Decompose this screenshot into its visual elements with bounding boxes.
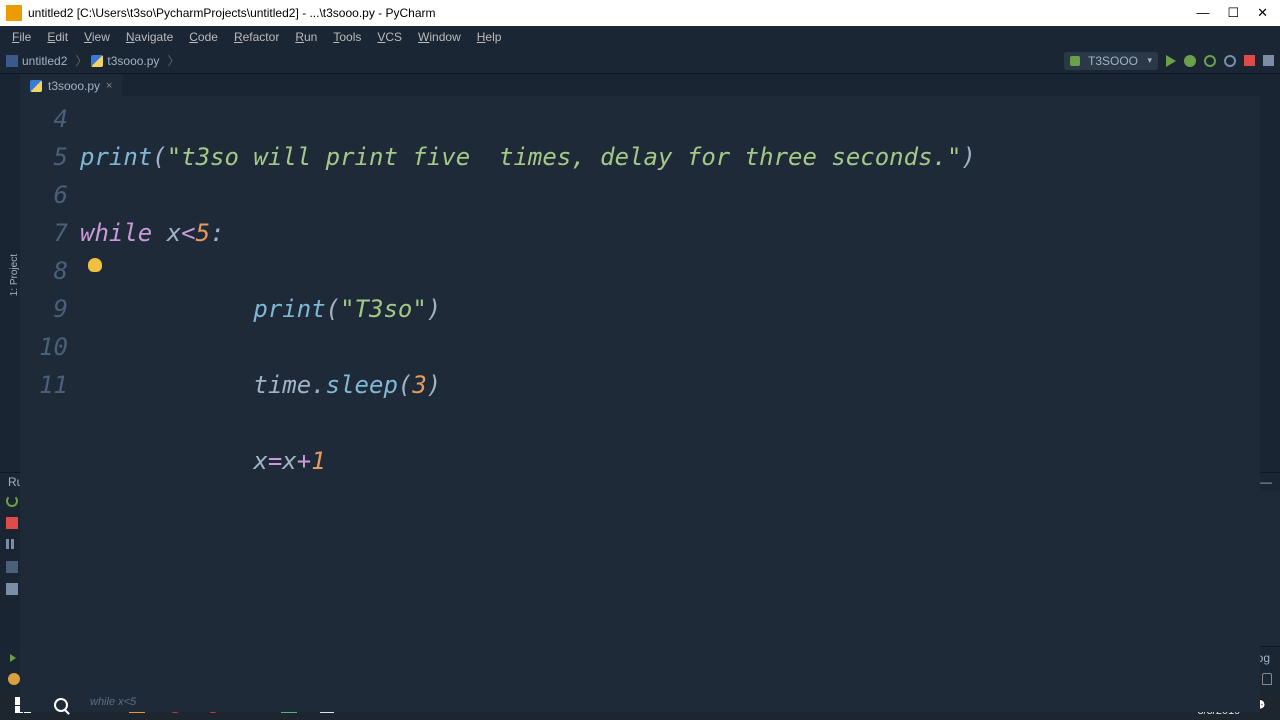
breadcrumb-sep: 〉 [75, 52, 87, 69]
menu-refactor[interactable]: Refactor [226, 28, 287, 46]
pause-icon[interactable] [6, 539, 18, 551]
code-context-hint: while x<5 [90, 696, 136, 708]
editor-tab[interactable]: t3sooo.py × [20, 74, 122, 96]
coverage-button[interactable] [1204, 55, 1216, 67]
code-body[interactable]: print("t3so will print five times, delay… [80, 96, 1260, 712]
profile-button[interactable] [1224, 55, 1236, 67]
window-title: untitled2 [C:\Users\t3so\PycharmProjects… [28, 6, 1196, 20]
maximize-button[interactable]: ☐ [1227, 5, 1239, 21]
pin-icon[interactable] [6, 583, 18, 595]
debug-button[interactable] [1184, 55, 1196, 67]
minimize-button[interactable]: — [1196, 5, 1209, 21]
menu-file[interactable]: File [4, 28, 39, 46]
menu-bar: File Edit View Navigate Code Refactor Ru… [0, 26, 1280, 48]
breadcrumb-file[interactable]: t3sooo.py [107, 54, 159, 68]
menu-help[interactable]: Help [469, 28, 510, 46]
menu-edit[interactable]: Edit [39, 28, 76, 46]
tab-name: t3sooo.py [48, 79, 100, 93]
code-editor[interactable]: 4567891011 print("t3so will print five t… [20, 96, 1260, 712]
play-icon [10, 654, 16, 662]
breadcrumb-project[interactable]: untitled2 [22, 54, 67, 68]
app-icon [6, 5, 22, 21]
line-number-gutter: 4567891011 [20, 96, 80, 712]
project-tool-button[interactable]: 1: Project [9, 254, 20, 296]
menu-window[interactable]: Window [410, 28, 469, 46]
menu-run[interactable]: Run [287, 28, 325, 46]
editor-tab-row: t3sooo.py × [20, 74, 1260, 96]
right-tool-gutter [1260, 74, 1280, 472]
stop-button[interactable] [1244, 55, 1255, 66]
run-config-name: T3SOOO [1088, 54, 1138, 68]
run-config-selector[interactable]: T3SOOO [1064, 52, 1158, 70]
left-tool-gutter: 1: Project [0, 74, 20, 472]
menu-vcs[interactable]: VCS [369, 28, 410, 46]
menu-code[interactable]: Code [181, 28, 226, 46]
python-file-icon [91, 55, 103, 67]
intention-bulb-icon[interactable] [88, 258, 102, 272]
update-button[interactable] [1263, 55, 1274, 66]
menu-view[interactable]: View [76, 28, 118, 46]
warning-icon[interactable] [8, 673, 20, 685]
tab-close-icon[interactable]: × [106, 80, 112, 92]
menu-tools[interactable]: Tools [325, 28, 369, 46]
title-bar: untitled2 [C:\Users\t3so\PycharmProjects… [0, 0, 1280, 26]
python-file-icon [30, 80, 42, 92]
project-icon [6, 55, 18, 67]
run-panel-hide-icon[interactable]: — [1260, 475, 1272, 489]
menu-navigate[interactable]: Navigate [118, 28, 181, 46]
layout-icon[interactable] [6, 561, 18, 573]
close-button[interactable]: ✕ [1257, 5, 1268, 21]
rerun-icon[interactable] [6, 495, 18, 507]
run-button[interactable] [1166, 55, 1176, 67]
readonly-lock-icon[interactable] [1262, 673, 1272, 685]
breadcrumb-sep2: 〉 [167, 52, 179, 69]
stop-icon[interactable] [6, 517, 18, 529]
nav-bar: untitled2 〉 t3sooo.py 〉 T3SOOO [0, 48, 1280, 74]
